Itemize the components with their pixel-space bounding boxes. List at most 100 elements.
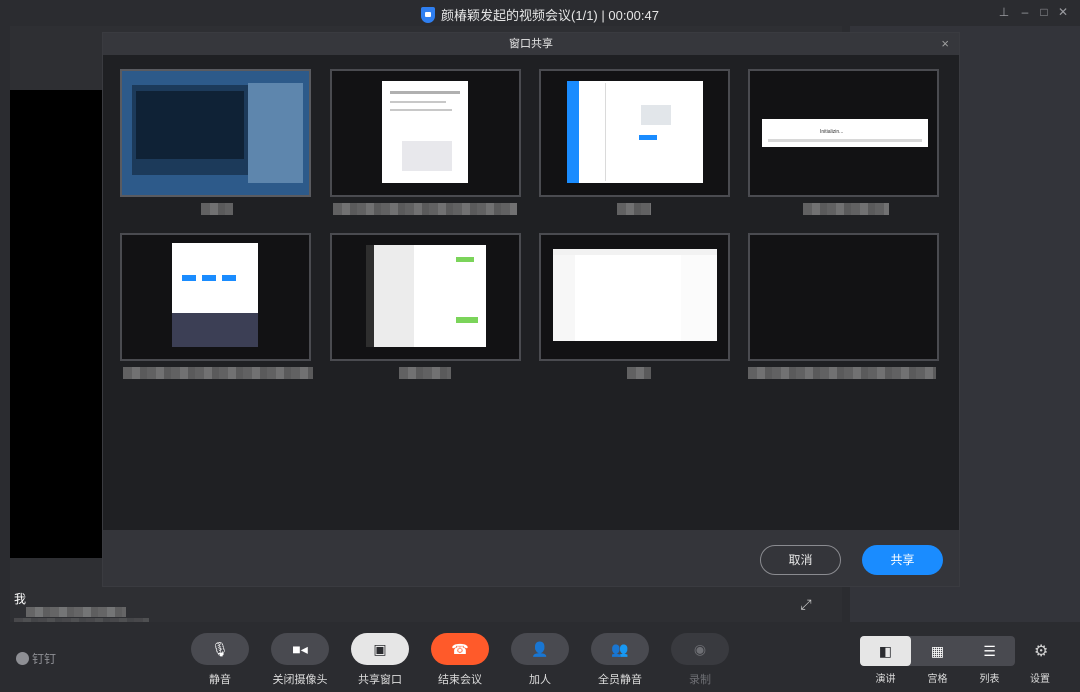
brand-name: 钉钉	[32, 652, 57, 666]
window-preview-line	[390, 91, 460, 94]
share-window-button[interactable]: ▣ 共享窗口	[351, 633, 409, 687]
share-window-pill[interactable]: ▣	[351, 633, 409, 665]
grid-layout-label: 宫格	[927, 674, 948, 685]
window-preview-sidebar	[366, 245, 374, 347]
record-button[interactable]: ◉ 录制	[671, 633, 729, 687]
mute-all-button[interactable]: 👥 全员静音	[591, 633, 649, 687]
dialog-title: 窗口共享	[509, 38, 553, 50]
share-window-label: 共享窗口	[358, 674, 402, 686]
camera-button[interactable]: ■◂ 关闭摄像头	[271, 633, 329, 687]
window-preview-bubble	[456, 257, 474, 262]
camera-icon: ■◂	[292, 641, 308, 657]
window-label-redacted	[399, 367, 451, 379]
speaker-layout-button[interactable]: ◧	[860, 636, 911, 666]
dialog-header: 窗口共享 ×	[103, 33, 959, 55]
window-preview-line	[390, 101, 446, 103]
dingtalk-icon	[16, 652, 29, 665]
video-feed	[10, 90, 102, 558]
add-person-button[interactable]: 👤 加人	[511, 633, 569, 687]
speaker-layout-icon: ◧	[878, 643, 893, 659]
window-thumbnail[interactable]	[748, 233, 939, 361]
speaker-layout-label: 演讲	[875, 674, 896, 685]
window-preview-button	[639, 135, 657, 140]
window-share-dialog: 窗口共享 × Initializin... 取消 共享	[102, 32, 960, 587]
shield-lock-icon	[421, 7, 436, 23]
window-thumbnail[interactable]	[330, 233, 521, 361]
window-label-redacted	[627, 367, 651, 379]
hangup-icon: ☎	[451, 641, 469, 657]
window-preview-block	[402, 141, 452, 171]
window-preview-progress	[768, 139, 922, 142]
redacted-detail	[14, 618, 149, 622]
window-label-redacted	[201, 203, 233, 215]
record-icon: ◉	[693, 641, 707, 657]
add-person-pill[interactable]: 👤	[511, 633, 569, 665]
grid-layout-button[interactable]: ▦	[912, 636, 963, 666]
settings-label: 设置	[1030, 674, 1050, 685]
window-label-redacted	[617, 203, 651, 215]
brand-logo: 钉钉	[16, 650, 56, 667]
window-preview-divider	[605, 83, 606, 181]
close-icon[interactable]: ✕	[1055, 4, 1071, 20]
window-thumbnail[interactable]	[539, 233, 730, 361]
window-preview-button	[182, 275, 196, 281]
window-preview-block	[641, 105, 671, 125]
maximize-icon[interactable]: □	[1036, 4, 1052, 20]
window-label-redacted	[333, 203, 517, 215]
title-bar: 颜椿颖发起的视频会议(1/1) | 00:00:47 ⊥ – □ ✕	[0, 0, 1080, 26]
window-preview-bubble	[456, 317, 478, 323]
dialog-close-icon[interactable]: ×	[941, 33, 949, 55]
end-meeting-label: 结束会议	[438, 674, 482, 686]
list-layout-icon: ☰	[983, 643, 996, 659]
cancel-button[interactable]: 取消	[760, 545, 841, 575]
window-preview	[248, 83, 303, 183]
window-preview-footer	[172, 313, 258, 347]
record-pill[interactable]: ◉	[671, 633, 729, 665]
mute-all-icon: 👥	[611, 641, 629, 657]
window-thumbnail[interactable]	[120, 233, 311, 361]
mute-button[interactable]: 🎙 静音	[191, 633, 249, 687]
mute-all-label: 全员静音	[598, 674, 642, 686]
window-preview	[136, 91, 244, 159]
window-title-wrap: 颜椿颖发起的视频会议(1/1) | 00:00:47	[0, 5, 1080, 24]
window-preview-pane	[681, 255, 717, 341]
self-name-label: 我	[14, 592, 27, 606]
list-layout-button[interactable]: ☰	[964, 636, 1015, 666]
window-title: 颜椿颖发起的视频会议(1/1) | 00:00:47	[441, 8, 659, 23]
layout-switcher: ◧ ▦ ☰	[860, 636, 1015, 666]
window-label-redacted	[748, 367, 936, 379]
settings-icon[interactable]: ⚙	[1034, 641, 1048, 661]
list-layout-label: 列表	[979, 674, 1000, 685]
window-preview-text: Initializin...	[820, 129, 844, 135]
window-label-redacted	[123, 367, 313, 379]
add-person-icon: 👤	[531, 641, 549, 657]
microphone-icon: 🎙	[211, 641, 229, 657]
window-preview-button	[202, 275, 216, 281]
add-person-label: 加人	[529, 674, 551, 686]
window-preview-sidebar	[567, 81, 579, 183]
end-meeting-button[interactable]: ☎ 结束会议	[431, 633, 489, 687]
window-thumbnail[interactable]: Initializin...	[748, 69, 939, 197]
window-preview-button	[222, 275, 236, 281]
camera-pill[interactable]: ■◂	[271, 633, 329, 665]
window-label-redacted	[803, 203, 889, 215]
window-preview-tree	[553, 255, 575, 341]
mute-pill[interactable]: 🎙	[191, 633, 249, 665]
window-preview-line	[390, 109, 452, 111]
window-preview	[567, 81, 703, 183]
window-thumbnail[interactable]	[120, 69, 311, 197]
window-thumbnail[interactable]	[539, 69, 730, 197]
share-button[interactable]: 共享	[862, 545, 943, 575]
end-meeting-pill[interactable]: ☎	[431, 633, 489, 665]
minimize-icon[interactable]: –	[1017, 4, 1033, 20]
screen-share-icon: ▣	[373, 641, 387, 657]
grid-layout-icon: ▦	[930, 643, 945, 659]
camera-label: 关闭摄像头	[272, 674, 328, 686]
record-label: 录制	[689, 674, 711, 686]
redacted-name	[26, 607, 126, 617]
pin-icon[interactable]: ⊥	[996, 4, 1012, 20]
mute-all-pill[interactable]: 👥	[591, 633, 649, 665]
window-thumbnail[interactable]	[330, 69, 521, 197]
fullscreen-icon[interactable]: ⤢	[796, 596, 816, 616]
mute-label: 静音	[209, 674, 231, 686]
